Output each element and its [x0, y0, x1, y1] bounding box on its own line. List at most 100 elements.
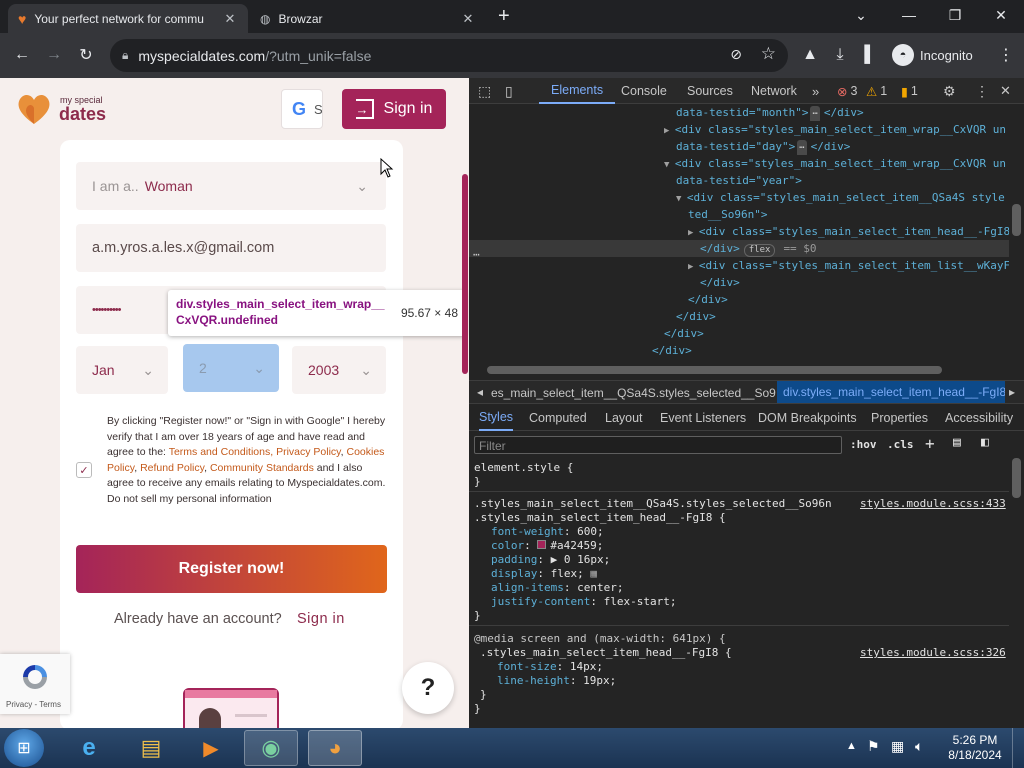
- expand-arrow-icon[interactable]: ▶: [688, 262, 699, 272]
- google-signin-button[interactable]: G S: [281, 89, 323, 129]
- collapse-arrow-icon[interactable]: ▼: [664, 160, 675, 170]
- reload-icon[interactable]: ↻: [72, 41, 100, 69]
- error-count-badge[interactable]: ⊗ 3: [837, 78, 857, 104]
- recaptcha-badge[interactable]: Privacy - Terms: [0, 654, 70, 714]
- tab-console[interactable]: Console: [621, 78, 667, 104]
- subtab-computed[interactable]: Computed: [529, 411, 587, 425]
- devtools-close-icon[interactable]: ✕: [1000, 78, 1011, 104]
- dom-line[interactable]: </div>: [469, 291, 1009, 308]
- breadcrumb-item-1[interactable]: es_main_select_item__QSa4S.styles_select…: [491, 386, 776, 400]
- rule1-selector-2[interactable]: .styles_main_select_item_head__-FgI8 {: [474, 511, 726, 525]
- inspect-element-icon[interactable]: ⬚: [478, 78, 491, 104]
- dom-line[interactable]: ted__So96n">: [469, 206, 1009, 223]
- side-panel-icon[interactable]: ▌: [856, 41, 884, 69]
- tab-close-icon[interactable]: ✕: [222, 11, 238, 27]
- dom-scrollbar-thumb[interactable]: [1012, 204, 1021, 236]
- subtab-event-listeners[interactable]: Event Listeners: [660, 411, 746, 425]
- email-field[interactable]: a.m.yros.a.les.x@gmail.com: [76, 224, 386, 272]
- hov-toggle[interactable]: :hov: [850, 438, 877, 451]
- tab-network[interactable]: Network: [751, 78, 797, 104]
- back-arrow-icon[interactable]: ←: [8, 41, 36, 69]
- rule1-selector-1[interactable]: .styles_main_select_item__QSa4S.styles_s…: [474, 497, 832, 511]
- css-property[interactable]: font-size: 14px;: [497, 660, 603, 674]
- download-icon[interactable]: ⤓: [826, 41, 854, 69]
- dom-line[interactable]: ▶ <div class="styles_main_select_item_wr…: [469, 121, 1009, 138]
- dom-line[interactable]: data-testid="month"> ⋯ </div>: [469, 104, 1009, 121]
- expand-arrow-icon[interactable]: ▶: [664, 126, 675, 136]
- css-property[interactable]: font-weight: 600;: [491, 525, 604, 539]
- tray-network-icon[interactable]: ▦: [891, 738, 904, 755]
- toggle-sidebar-icon[interactable]: ◧: [981, 435, 989, 450]
- subtab-dom-breakpoints[interactable]: DOM Breakpoints: [758, 411, 857, 425]
- forward-arrow-icon[interactable]: →: [40, 41, 68, 69]
- eye-off-icon[interactable]: ⊘: [730, 46, 742, 63]
- page-scrollbar-thumb[interactable]: [462, 174, 468, 374]
- ellipsis-icon[interactable]: ⋯: [810, 106, 820, 121]
- breadcrumb-left-icon[interactable]: ◂: [477, 385, 483, 399]
- breadcrumb-right-icon[interactable]: ▸: [1009, 385, 1015, 399]
- warning-count-badge[interactable]: ⚠ 1: [866, 78, 887, 104]
- styles-scrollbar[interactable]: [1009, 430, 1024, 728]
- css-property[interactable]: display: flex; ▦: [491, 567, 597, 581]
- explorer-taskbar-icon[interactable]: ▤: [124, 730, 178, 766]
- css-property[interactable]: line-height: 19px;: [497, 674, 616, 688]
- more-tabs-chevron-icon[interactable]: »: [812, 78, 819, 104]
- start-button[interactable]: ⊞: [4, 729, 44, 767]
- flex-badge[interactable]: flex: [743, 244, 776, 257]
- paint-brush-icon[interactable]: ▤: [953, 435, 961, 450]
- subtab-styles[interactable]: Styles: [479, 404, 514, 431]
- tab-elements[interactable]: Elements: [539, 78, 616, 104]
- community-standards-link[interactable]: Community Standards: [210, 462, 314, 474]
- flexbox-editor-icon[interactable]: ▦: [584, 567, 597, 580]
- css-property[interactable]: padding: ▶ 0 16px;: [491, 553, 610, 567]
- styles-scrollbar-thumb[interactable]: [1012, 458, 1021, 498]
- dom-line[interactable]: ▶ <div class="styles_main_select_item_li…: [469, 257, 1009, 274]
- node-actions-icon[interactable]: ⋯: [473, 248, 480, 261]
- subtab-accessibility[interactable]: Accessibility: [945, 411, 1013, 425]
- dom-scrollbar[interactable]: [1009, 104, 1024, 364]
- color-swatch[interactable]: [537, 540, 547, 549]
- tray-clock[interactable]: 5:26 PM 8/18/2024: [946, 733, 1004, 763]
- browser-menu-icon[interactable]: ⋮: [992, 41, 1020, 69]
- tab-search-chevron-icon[interactable]: ⌄: [838, 0, 884, 30]
- tray-chevron-icon[interactable]: ▲: [846, 740, 857, 752]
- gender-select[interactable]: I am a.. Woman ⌄: [76, 162, 386, 210]
- tab-sources[interactable]: Sources: [687, 78, 733, 104]
- dob-day-select[interactable]: 2 ⌄: [183, 344, 279, 392]
- browser-taskbar-icon[interactable]: ◕: [308, 730, 362, 766]
- show-desktop-button[interactable]: [1012, 728, 1024, 768]
- ie-taskbar-icon[interactable]: e: [62, 730, 116, 766]
- address-bar[interactable]: 🔒︎ myspecialdates.com/?utm_unik=false ⊘ …: [110, 39, 788, 72]
- dob-month-select[interactable]: Jan ⌄: [76, 346, 168, 394]
- dom-line[interactable]: data-testid="day"> ⋯ </div>: [469, 138, 1009, 155]
- window-close-icon[interactable]: ✕: [978, 0, 1024, 30]
- collapse-arrow-icon[interactable]: ▼: [676, 194, 687, 204]
- subtab-properties[interactable]: Properties: [871, 411, 928, 425]
- css-property[interactable]: align-items: center;: [491, 581, 623, 595]
- bookmark-star-icon[interactable]: ☆: [761, 44, 776, 64]
- devtools-menu-icon[interactable]: ⋮: [975, 78, 989, 104]
- rule1-source-link[interactable]: styles.module.scss:433: [860, 497, 1006, 511]
- dom-line[interactable]: </div>: [469, 308, 1009, 325]
- dom-line[interactable]: </div>: [469, 325, 1009, 342]
- register-button[interactable]: Register now!: [76, 545, 387, 593]
- incognito-badge[interactable]: ◓ Incognito: [892, 41, 973, 69]
- media-player-taskbar-icon[interactable]: ▶: [184, 730, 238, 766]
- css-property[interactable]: color: #a42459;: [491, 539, 603, 553]
- styles-filter-input[interactable]: Filter: [474, 436, 842, 454]
- device-toggle-icon[interactable]: ▯: [505, 78, 513, 104]
- restore-icon[interactable]: ❐: [932, 0, 978, 30]
- tray-volume-icon[interactable]: 🔈︎: [915, 738, 923, 755]
- dom-line[interactable]: data-testid="year">: [469, 172, 1009, 189]
- settings-gear-icon[interactable]: ⚙: [943, 78, 956, 104]
- dom-line[interactable]: ▶ <div class="styles_main_select_item_he…: [469, 223, 1009, 240]
- subtab-layout[interactable]: Layout: [605, 411, 643, 425]
- dom-line[interactable]: ▼ <div class="styles_main_select_item__Q…: [469, 189, 1009, 206]
- breadcrumb-item-2[interactable]: div.styles_main_select_item_head__-FgI8: [777, 381, 1005, 403]
- rule2-source-link[interactable]: styles.module.scss:326: [860, 646, 1006, 660]
- dom-line[interactable]: </div>: [469, 342, 1009, 359]
- dob-year-select[interactable]: 2003 ⌄: [292, 346, 386, 394]
- css-property[interactable]: justify-content: flex-start;: [491, 595, 676, 609]
- dom-line[interactable]: ▼ <div class="styles_main_select_item_wr…: [469, 155, 1009, 172]
- extensions-flask-icon[interactable]: ▲: [796, 41, 824, 69]
